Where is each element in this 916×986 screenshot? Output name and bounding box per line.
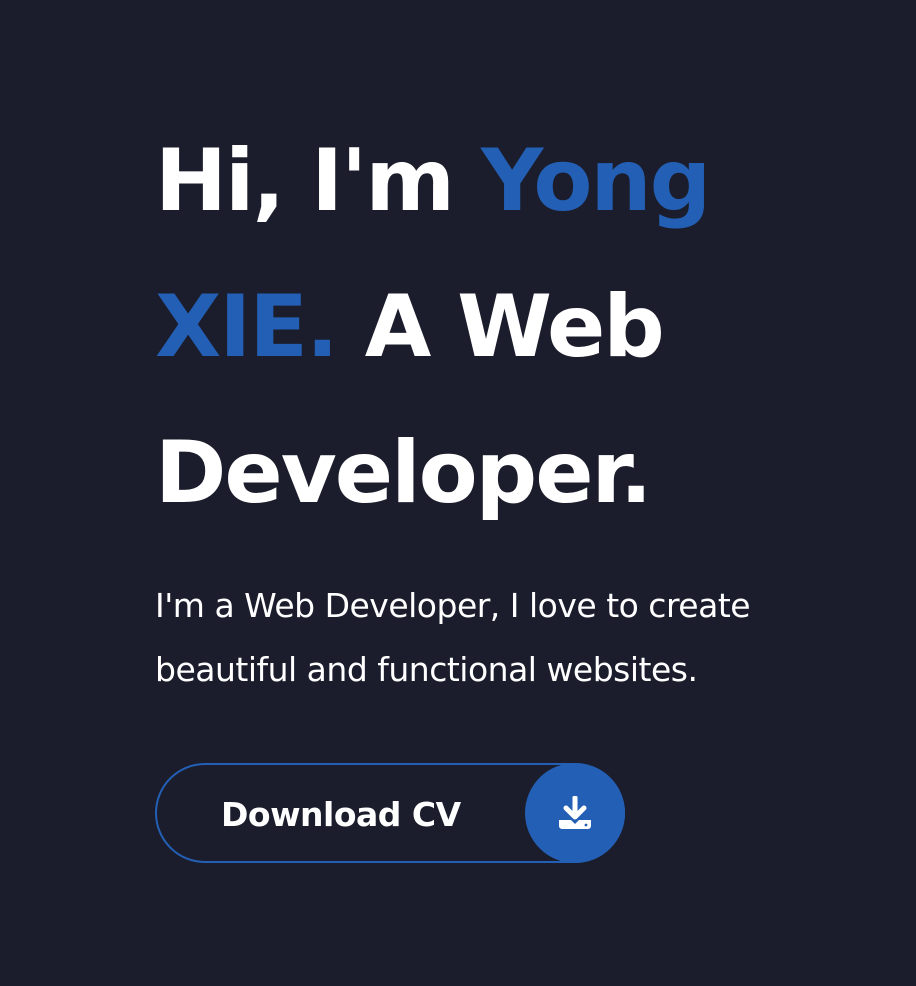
- download-icon-circle[interactable]: [525, 763, 625, 863]
- download-cv-label: Download CV: [221, 795, 461, 834]
- hero-subtitle: I'm a Web Developer, I love to create be…: [155, 586, 751, 689]
- hero-greeting: Hi, I'm: [155, 131, 455, 231]
- hero-title: Hi, I'm Yong XIE. A Web Developer.: [155, 108, 875, 546]
- download-icon: [559, 796, 591, 829]
- download-cv-button[interactable]: Download CV: [155, 763, 625, 863]
- hero-section: Hi, I'm Yong XIE. A Web Developer. I'm a…: [155, 108, 875, 702]
